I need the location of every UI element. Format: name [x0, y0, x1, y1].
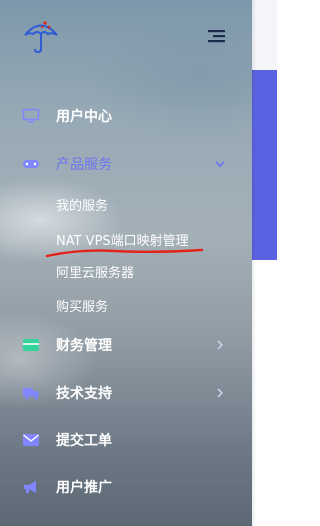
menu-item-product-service[interactable]: 产品服务	[0, 144, 252, 184]
chevron-right-icon	[217, 340, 224, 350]
menu-item-user-promotion[interactable]: 用户推广	[0, 467, 252, 507]
menu-item-tech-support[interactable]: 技术支持	[0, 373, 252, 413]
content-area	[252, 0, 277, 526]
submenu-item-buy-service[interactable]: 购买服务	[56, 296, 108, 315]
umbrella-logo-icon	[24, 21, 58, 54]
chevron-down-icon	[215, 161, 225, 168]
menu-item-label: 产品服务	[56, 157, 112, 173]
submenu-item-my-services[interactable]: 我的服务	[56, 195, 108, 214]
sidebar-shadow	[252, 0, 256, 526]
menu-item-label: 提交工单	[56, 433, 112, 449]
truck-icon	[22, 384, 40, 402]
submenu-item-aliyun-server[interactable]: 阿里云服务器	[56, 262, 134, 281]
app-frame: 用户中心 产品服务 我的服务 NAT VPS端口映射管理 阿里云服务器 购买服务	[0, 0, 277, 526]
chevron-right-icon	[217, 388, 224, 398]
menu-item-label: 用户推广	[56, 480, 112, 496]
menu-item-label: 用户中心	[56, 109, 112, 125]
sidebar: 用户中心 产品服务 我的服务 NAT VPS端口映射管理 阿里云服务器 购买服务	[0, 0, 252, 526]
monitor-icon	[22, 107, 40, 125]
menu-item-label: 财务管理	[56, 338, 112, 354]
menu-item-label: 技术支持	[56, 386, 112, 402]
red-underline-annotation	[45, 248, 204, 258]
megaphone-icon	[22, 478, 40, 496]
menu-toggle-icon[interactable]	[204, 26, 228, 46]
envelope-icon	[22, 431, 40, 449]
menu-item-finance[interactable]: 财务管理	[0, 325, 252, 365]
gamepad-icon	[22, 155, 40, 173]
wallet-icon	[22, 336, 40, 354]
menu-item-user-center[interactable]: 用户中心	[0, 96, 252, 136]
menu-item-submit-ticket[interactable]: 提交工单	[0, 420, 252, 460]
